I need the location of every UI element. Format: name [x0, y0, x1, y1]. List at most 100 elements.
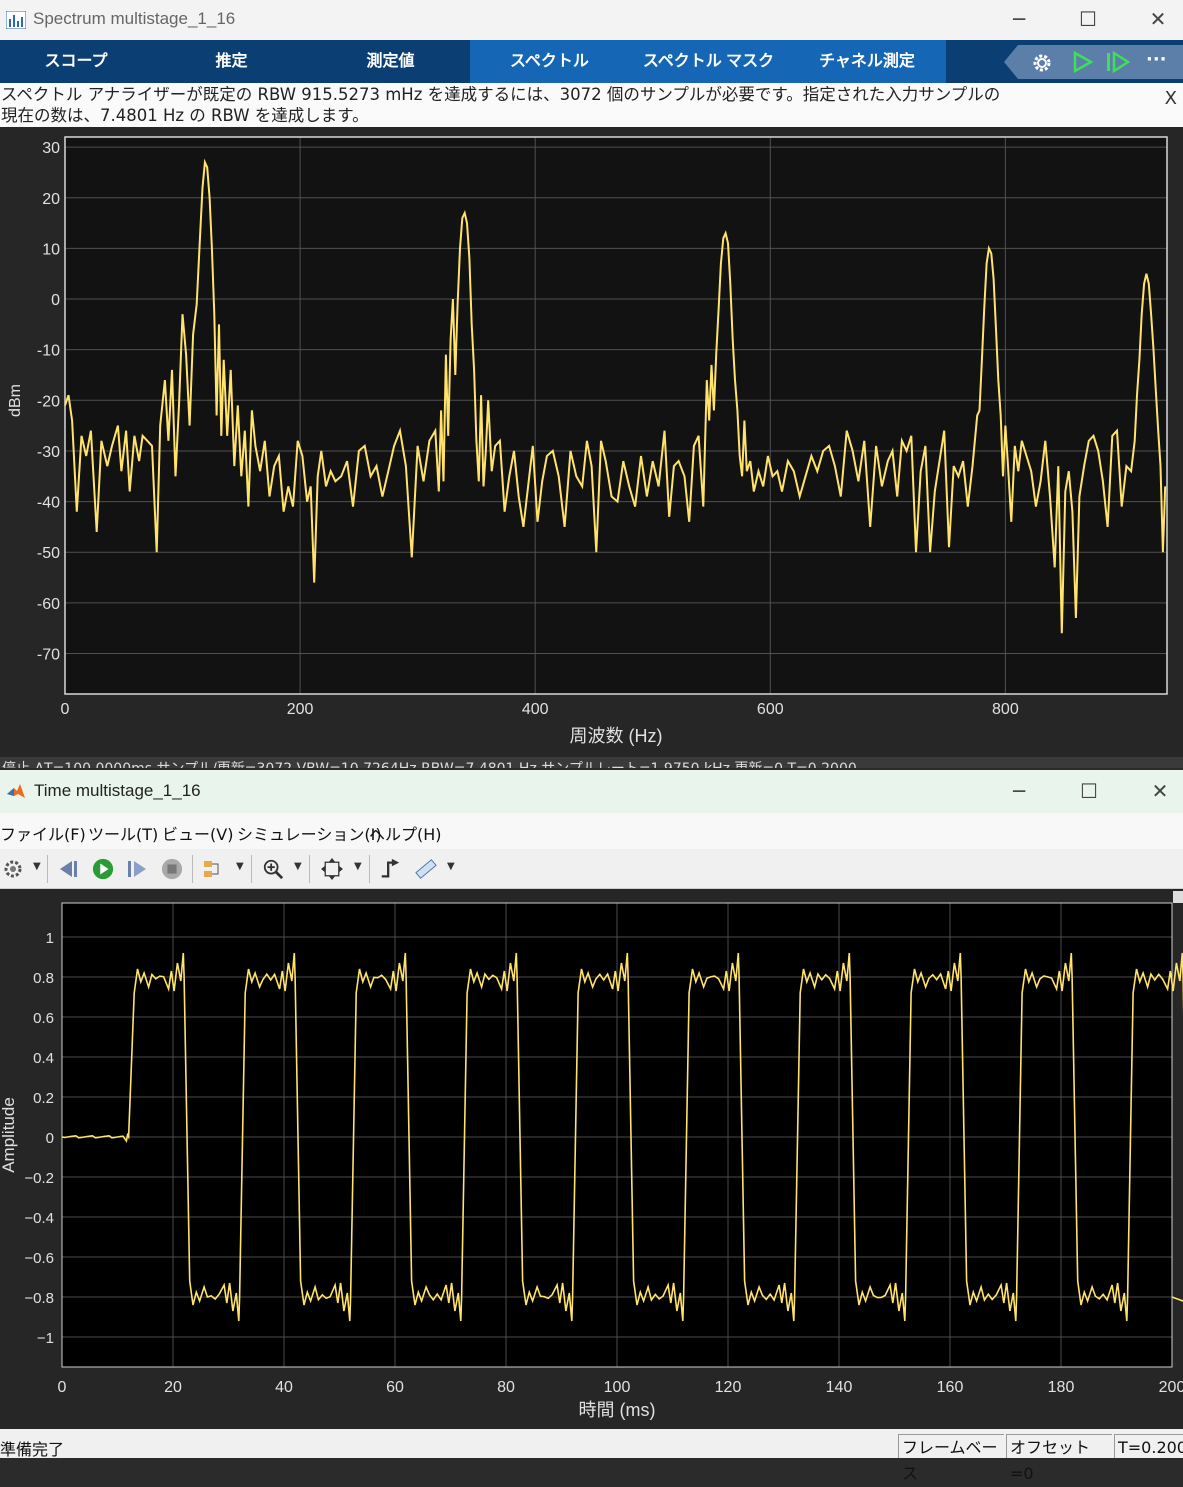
- tab-estimation[interactable]: 推定: [152, 40, 311, 83]
- x-tick-label: 800: [992, 701, 1019, 718]
- close-button[interactable]: ✕: [1135, 0, 1181, 40]
- maximize-button[interactable]: ☐: [1066, 772, 1112, 812]
- x-tick-label: 40: [275, 1379, 293, 1396]
- gear-icon[interactable]: [2, 858, 24, 880]
- x-tick-label: 60: [386, 1379, 404, 1396]
- y-tick-label: -10: [37, 343, 60, 360]
- ribbon-tabs: スコープ 推定 測定値 スペクトル スペクトル マスク チャネル測定 ···: [0, 40, 1183, 83]
- y-tick-label: −0.4: [24, 1210, 54, 1227]
- tab-measurements[interactable]: 測定値: [311, 40, 470, 83]
- spectrum-window: Spectrum multistage_1_16 ─ ☐ ✕ スコープ 推定 測…: [0, 0, 1183, 768]
- minimize-button[interactable]: ─: [996, 0, 1042, 40]
- step-forward-icon[interactable]: [125, 858, 149, 880]
- matlab-logo-icon: [7, 784, 25, 798]
- x-axis-label: 時間 (ms): [579, 1400, 656, 1420]
- trigger-icon[interactable]: [378, 858, 402, 880]
- y-tick-label: 0: [51, 292, 60, 309]
- spectrum-status-bar: 停止 ΔT=100.0000ms サンプル/更新=3072 VBW=10.726…: [0, 757, 1183, 768]
- spectrum-app-icon: [6, 11, 26, 29]
- ready-status: 準備完了: [0, 1440, 65, 1459]
- run-icon[interactable]: [91, 858, 115, 880]
- offset-status: オフセット=0: [1006, 1434, 1112, 1483]
- rbw-info-bar: スペクトル アナライザーが既定の RBW 915.5273 mHz を達成するに…: [0, 83, 1183, 127]
- x-tick-label: 100: [604, 1379, 631, 1396]
- toolbar: ▼ ▼ ▼ ▼ ▼: [0, 849, 1183, 889]
- y-tick-label: 20: [42, 191, 60, 208]
- chevron-down-icon[interactable]: ▼: [354, 861, 362, 872]
- maximize-button[interactable]: ☐: [1065, 0, 1111, 40]
- time-title-bar: Time multistage_1_16 ─ ☐ ✕: [0, 770, 1183, 813]
- time-plot[interactable]: 0 20 40 60 80 100 120 140 160 180 200 1 0.8 0.6 0.4 0.2…: [0, 889, 1183, 1429]
- y-tick-label: 1: [46, 930, 54, 947]
- x-tick-label: 160: [937, 1379, 964, 1396]
- stop-icon[interactable]: [160, 858, 184, 880]
- x-tick-label: 400: [522, 701, 549, 718]
- x-tick-label: 80: [497, 1379, 515, 1396]
- y-axis-label: Amplitude: [0, 1097, 18, 1173]
- x-tick-label: 0: [61, 701, 70, 718]
- sim-controls: ···: [1004, 45, 1183, 79]
- y-tick-label: 30: [42, 140, 60, 157]
- x-tick-label: 120: [715, 1379, 742, 1396]
- menu-help[interactable]: ヘルプ(H): [369, 821, 442, 845]
- step-back-icon[interactable]: [58, 858, 82, 880]
- menu-tools[interactable]: ツール(T): [88, 821, 158, 845]
- spectrum-title-bar: Spectrum multistage_1_16 ─ ☐ ✕: [0, 0, 1183, 40]
- close-button[interactable]: ✕: [1137, 772, 1183, 812]
- y-tick-label: -70: [37, 646, 60, 663]
- y-tick-label: -50: [37, 545, 60, 562]
- run-icon[interactable]: [1070, 50, 1094, 74]
- y-tick-label: −0.2: [24, 1170, 54, 1187]
- x-tick-label: 200: [287, 701, 314, 718]
- menu-view[interactable]: ビュー(V): [162, 821, 233, 845]
- y-tick-label: 0.2: [33, 1090, 54, 1107]
- x-tick-label: 140: [826, 1379, 853, 1396]
- time-scope-window: Time multistage_1_16 ─ ☐ ✕ ファイル(F) ツール(T…: [0, 770, 1183, 1483]
- tab-channel-measurements[interactable]: チャネル測定: [788, 40, 946, 83]
- tab-scope[interactable]: スコープ: [0, 40, 152, 83]
- y-tick-label: 0.4: [33, 1050, 54, 1067]
- layout-icon[interactable]: [202, 858, 228, 880]
- spectrum-window-title: Spectrum multistage_1_16: [33, 9, 236, 28]
- fit-icon[interactable]: [319, 858, 345, 880]
- y-tick-label: −0.6: [24, 1250, 54, 1267]
- x-tick-label: 200: [1159, 1379, 1183, 1396]
- x-tick-label: 20: [164, 1379, 182, 1396]
- y-tick-label: −0.8: [24, 1290, 54, 1307]
- y-tick-label: -40: [37, 495, 60, 512]
- y-tick-label: 0.8: [33, 970, 54, 987]
- time-status: T=0.200: [1114, 1434, 1183, 1458]
- y-axis-label: dBm: [7, 384, 24, 417]
- more-options-icon[interactable]: ···: [1146, 49, 1167, 70]
- time-window-title: Time multistage_1_16: [34, 781, 201, 800]
- step-forward-icon[interactable]: [1104, 50, 1130, 74]
- y-tick-label: 10: [42, 241, 60, 258]
- chevron-down-icon[interactable]: ▼: [447, 861, 455, 872]
- measure-icon[interactable]: [413, 858, 439, 880]
- zoom-icon[interactable]: [261, 858, 285, 880]
- help-icon: [1173, 891, 1183, 903]
- menu-simulation[interactable]: シミュレーション(I): [237, 821, 382, 845]
- x-tick-label: 0: [58, 1379, 67, 1396]
- menu-file[interactable]: ファイル(F): [0, 821, 86, 845]
- spectrum-plot[interactable]: 0 200 400 600 800 30 20 10 0 -10 -20 -30 -40 -50 -60 -7…: [0, 127, 1183, 757]
- y-tick-label: 0.6: [33, 1010, 54, 1027]
- frame-mode-status: フレームベース: [898, 1434, 1004, 1483]
- tab-spectrum[interactable]: スペクトル: [470, 40, 629, 83]
- y-tick-label: -30: [37, 444, 60, 461]
- menu-bar: ファイル(F) ツール(T) ビュー(V) シミュレーション(I) ヘルプ(H): [0, 813, 1183, 849]
- x-tick-label: 180: [1048, 1379, 1075, 1396]
- x-axis-label: 周波数 (Hz): [570, 726, 663, 746]
- minimize-button[interactable]: ─: [996, 772, 1042, 812]
- y-tick-label: 0: [46, 1130, 54, 1147]
- settings-gear-icon[interactable]: [1030, 51, 1054, 75]
- info-text-line1: スペクトル アナライザーが既定の RBW 915.5273 mHz を達成するに…: [1, 85, 1001, 104]
- x-tick-label: 600: [757, 701, 784, 718]
- chevron-down-icon[interactable]: ▼: [236, 861, 244, 872]
- chevron-down-icon[interactable]: ▼: [33, 861, 41, 872]
- chevron-down-icon[interactable]: ▼: [294, 861, 302, 872]
- info-close-button[interactable]: X: [1165, 88, 1177, 109]
- time-status-bar: 準備完了 フレームベース オフセット=0 T=0.200: [0, 1429, 1183, 1483]
- y-tick-label: -20: [37, 393, 60, 410]
- tab-spectrum-mask[interactable]: スペクトル マスク: [629, 40, 788, 83]
